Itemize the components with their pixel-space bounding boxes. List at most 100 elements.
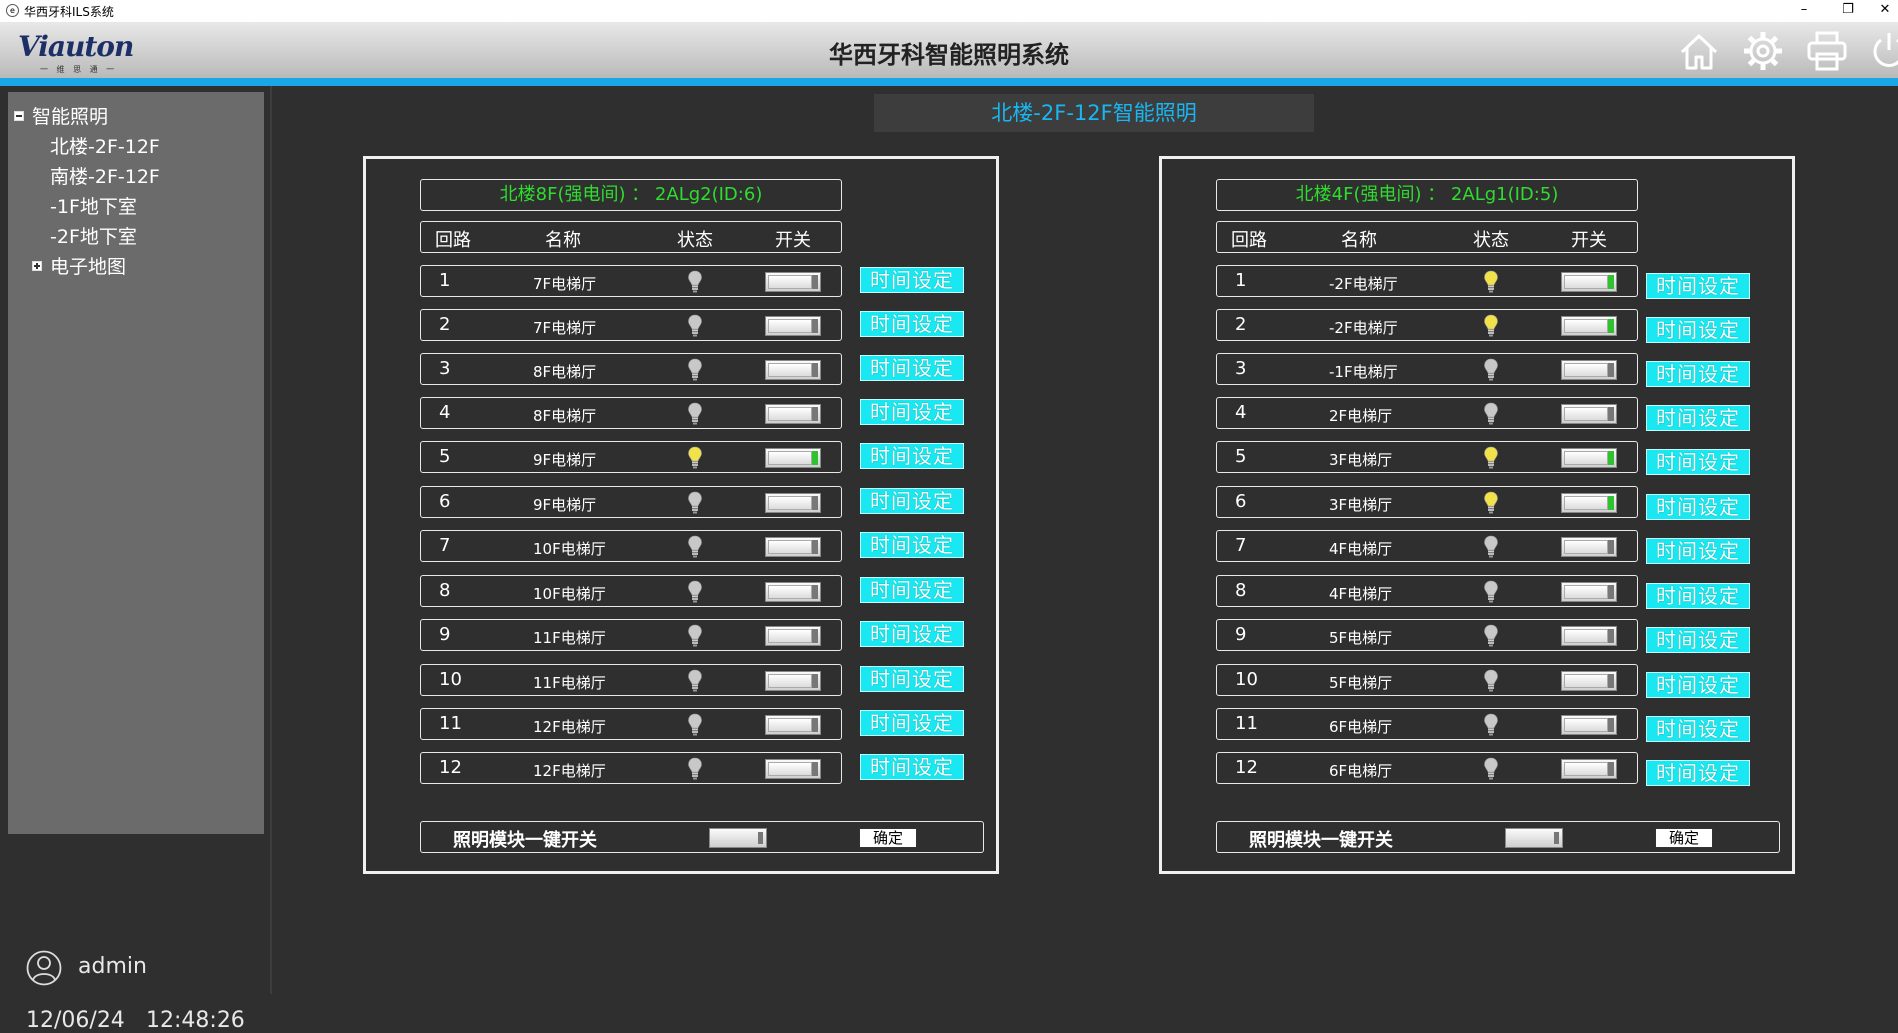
time-setting-button[interactable]: 时间设定 <box>860 666 964 692</box>
confirm-button[interactable]: 确定 <box>859 828 917 848</box>
time-setting-button[interactable]: 时间设定 <box>1646 672 1750 698</box>
tree-item-south-building[interactable]: 南楼-2F-12F <box>50 162 160 189</box>
time-setting-button[interactable]: 时间设定 <box>1646 273 1750 299</box>
lighting-panel-1: 北楼8F(强电间) ： 2ALg2(ID:6) 回路 名称 状态 开关 1 7F电梯厅 时间设… <box>363 156 999 874</box>
circuit-switch[interactable] <box>765 316 821 336</box>
circuit-switch[interactable] <box>1561 759 1617 779</box>
circuit-number: 9 <box>1235 624 1247 645</box>
circuit-switch[interactable] <box>765 759 821 779</box>
time-setting-button[interactable]: 时间设定 <box>860 267 964 293</box>
time-setting-button[interactable]: 时间设定 <box>1646 716 1750 742</box>
circuit-name: 8F电梯厅 <box>533 407 597 425</box>
time-setting-button[interactable]: 时间设定 <box>860 399 964 425</box>
circuit-switch[interactable] <box>1561 582 1617 602</box>
circuit-row: 3 8F电梯厅 <box>420 353 842 385</box>
home-icon[interactable] <box>1676 28 1722 74</box>
tree-item-basement-1[interactable]: -1F地下室 <box>50 192 137 219</box>
gear-icon[interactable] <box>1740 28 1786 74</box>
time-setting-button[interactable]: 时间设定 <box>860 532 964 558</box>
restore-button[interactable]: ❐ <box>1828 0 1868 22</box>
circuit-switch[interactable] <box>1561 626 1617 646</box>
circuit-row: 11 12F电梯厅 <box>420 708 842 740</box>
circuit-name: 3F电梯厅 <box>1329 451 1393 469</box>
circuit-switch[interactable] <box>1561 715 1617 735</box>
circuit-switch[interactable] <box>765 537 821 557</box>
circuit-row: 1 -2F电梯厅 <box>1216 265 1638 297</box>
time-setting-button[interactable]: 时间设定 <box>1646 627 1750 653</box>
circuit-number: 12 <box>439 757 462 778</box>
circuit-switch[interactable] <box>1561 537 1617 557</box>
master-switch[interactable] <box>1505 828 1563 848</box>
circuit-switch[interactable] <box>765 582 821 602</box>
circuit-switch[interactable] <box>765 715 821 735</box>
tree-item-north-building[interactable]: 北楼-2F-12F <box>50 132 160 159</box>
master-switch[interactable] <box>709 828 767 848</box>
circuit-name: 11F电梯厅 <box>533 629 606 647</box>
circuit-row: 7 4F电梯厅 <box>1216 530 1638 562</box>
time-setting-button[interactable]: 时间设定 <box>860 754 964 780</box>
circuit-switch[interactable] <box>1561 316 1617 336</box>
time-setting-button[interactable]: 时间设定 <box>860 355 964 381</box>
bulb-off-icon <box>1483 535 1499 559</box>
tree-item-basement-2[interactable]: -2F地下室 <box>50 222 137 249</box>
circuit-switch[interactable] <box>1561 493 1617 513</box>
time-setting-button[interactable]: 时间设定 <box>1646 405 1750 431</box>
bulb-off-icon <box>1483 624 1499 648</box>
time-setting-button[interactable]: 时间设定 <box>1646 317 1750 343</box>
user-avatar-icon <box>26 950 62 986</box>
time-setting-button[interactable]: 时间设定 <box>1646 538 1750 564</box>
close-button[interactable]: ✕ <box>1872 0 1898 22</box>
window-titlebar: e 华西牙科ILS系统 – ❐ ✕ <box>0 0 1898 22</box>
time-setting-button[interactable]: 时间设定 <box>860 621 964 647</box>
circuit-switch[interactable] <box>1561 404 1617 424</box>
bulb-off-icon <box>1483 713 1499 737</box>
time-setting-button[interactable]: 时间设定 <box>1646 449 1750 475</box>
circuit-number: 2 <box>439 314 451 335</box>
circuit-name: 6F电梯厅 <box>1329 718 1393 736</box>
minimize-button[interactable]: – <box>1784 0 1824 22</box>
confirm-button[interactable]: 确定 <box>1655 828 1713 848</box>
circuit-row: 4 8F电梯厅 <box>420 397 842 429</box>
bulb-off-icon <box>687 270 703 294</box>
circuit-switch[interactable] <box>1561 671 1617 691</box>
circuit-switch[interactable] <box>765 626 821 646</box>
circuit-switch[interactable] <box>765 360 821 380</box>
circuit-switch[interactable] <box>765 671 821 691</box>
time-setting-button[interactable]: 时间设定 <box>1646 494 1750 520</box>
circuit-switch[interactable] <box>1561 272 1617 292</box>
circuit-row: 1 7F电梯厅 <box>420 265 842 297</box>
circuit-switch[interactable] <box>765 493 821 513</box>
time-setting-button[interactable]: 时间设定 <box>860 488 964 514</box>
circuit-row: 3 -1F电梯厅 <box>1216 353 1638 385</box>
app-header: Viauton 一 维 思 通 一 华西牙科智能照明系统 <box>0 22 1898 86</box>
circuit-switch[interactable] <box>765 448 821 468</box>
circuit-switch[interactable] <box>765 272 821 292</box>
time-setting-button[interactable]: 时间设定 <box>1646 760 1750 786</box>
column-headers: 回路 名称 状态 开关 <box>1216 221 1638 253</box>
circuit-number: 3 <box>1235 358 1247 379</box>
bulb-off-icon <box>687 757 703 781</box>
col-status: 状态 <box>1473 230 1509 251</box>
time-setting-button[interactable]: 时间设定 <box>860 577 964 603</box>
time-setting-button[interactable]: 时间设定 <box>1646 583 1750 609</box>
circuit-switch[interactable] <box>1561 448 1617 468</box>
circuit-row: 2 -2F电梯厅 <box>1216 309 1638 341</box>
bulb-on-icon <box>1483 446 1499 470</box>
power-icon[interactable] <box>1866 28 1898 74</box>
circuit-name: 10F电梯厅 <box>533 585 606 603</box>
time-setting-button[interactable]: 时间设定 <box>860 710 964 736</box>
time-setting-button[interactable]: 时间设定 <box>860 443 964 469</box>
tree-item-electronic-map[interactable]: 电子地图 <box>32 252 126 279</box>
time-setting-button[interactable]: 时间设定 <box>1646 361 1750 387</box>
expand-icon[interactable] <box>32 260 42 271</box>
tree-root-smart-lighting[interactable]: 智能照明 <box>14 102 108 129</box>
circuit-switch[interactable] <box>1561 360 1617 380</box>
printer-icon[interactable] <box>1804 28 1850 74</box>
circuit-number: 8 <box>439 580 451 601</box>
circuit-switch[interactable] <box>765 404 821 424</box>
circuit-number: 5 <box>439 446 451 467</box>
time-setting-button[interactable]: 时间设定 <box>860 311 964 337</box>
collapse-icon[interactable] <box>14 110 24 121</box>
bulb-off-icon <box>687 713 703 737</box>
circuit-name: -2F电梯厅 <box>1329 275 1398 293</box>
